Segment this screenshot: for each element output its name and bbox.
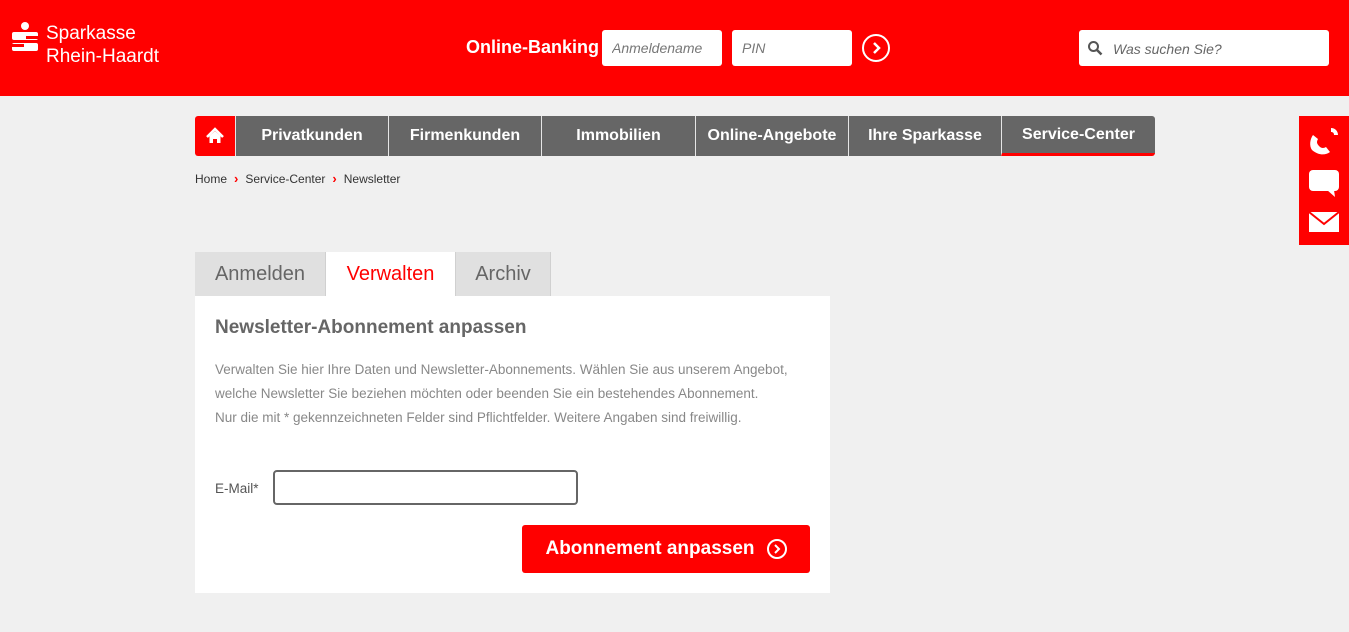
online-banking-label: Online-Banking <box>466 37 600 57</box>
nav-item-online-angebote[interactable]: Online-Angebote <box>695 116 848 156</box>
sparkasse-logo-icon <box>12 22 38 52</box>
mail-icon[interactable] <box>1307 208 1341 238</box>
main-navigation: Privatkunden Firmenkunden Immobilien Onl… <box>195 116 1155 156</box>
email-label: E-Mail* <box>215 481 259 496</box>
sparkasse-logo[interactable]: Sparkasse Rhein-Haardt <box>12 22 159 68</box>
pin-input[interactable] <box>732 30 852 66</box>
username-input[interactable] <box>602 30 722 66</box>
search-input[interactable] <box>1111 30 1325 68</box>
nav-item-privatkunden[interactable]: Privatkunden <box>235 116 388 156</box>
login-submit-button[interactable] <box>862 34 890 62</box>
panel-description: Verwalten Sie hier Ihre Daten und Newsle… <box>215 358 815 430</box>
brand-name-line2: Rhein-Haardt <box>46 46 159 67</box>
arrow-right-circle-icon <box>873 42 881 54</box>
submit-subscription-button[interactable]: Abonnement anpassen <box>522 525 810 573</box>
chevron-right-icon: › <box>332 171 337 186</box>
breadcrumb-home[interactable]: Home <box>195 172 227 186</box>
nav-item-firmenkunden[interactable]: Firmenkunden <box>388 116 541 156</box>
tab-verwalten[interactable]: Verwalten <box>326 252 456 296</box>
email-field[interactable] <box>273 470 578 505</box>
home-icon <box>206 127 224 143</box>
brand-name-line1: Sparkasse <box>46 23 136 44</box>
tab-anmelden[interactable]: Anmelden <box>195 252 326 296</box>
breadcrumb: Home › Service-Center › Newsletter <box>195 171 400 186</box>
nav-item-ihre-sparkasse[interactable]: Ihre Sparkasse <box>848 116 1001 156</box>
chat-icon[interactable] <box>1307 168 1341 198</box>
chevron-right-icon: › <box>234 171 239 186</box>
description-line: Nur die mit * gekennzeichneten Felder si… <box>215 410 742 425</box>
newsletter-tabs: Anmelden Verwalten Archiv <box>195 252 551 296</box>
tab-archiv[interactable]: Archiv <box>456 252 551 296</box>
phone-icon[interactable] <box>1307 126 1341 156</box>
breadcrumb-newsletter: Newsletter <box>343 171 401 186</box>
contact-sidebar <box>1299 116 1349 245</box>
description-line: Verwalten Sie hier Ihre Daten und Newsle… <box>215 362 788 377</box>
breadcrumb-service-center[interactable]: Service-Center <box>245 172 325 186</box>
nav-item-immobilien[interactable]: Immobilien <box>541 116 695 156</box>
search-icon[interactable] <box>1087 40 1103 56</box>
description-line: welche Newsletter Sie beziehen möchten o… <box>215 386 759 401</box>
site-search <box>1079 30 1329 68</box>
submit-button-label: Abonnement anpassen <box>545 538 755 559</box>
newsletter-panel: Newsletter-Abonnement anpassen Verwalten… <box>195 296 830 593</box>
nav-item-service-center[interactable]: Service-Center <box>1001 116 1155 156</box>
site-header: Sparkasse Rhein-Haardt Online-Banking <box>0 0 1349 96</box>
page-title: Newsletter-Abonnement anpassen <box>215 317 527 338</box>
nav-home-button[interactable] <box>195 116 235 156</box>
arrow-right-circle-icon <box>766 539 787 559</box>
